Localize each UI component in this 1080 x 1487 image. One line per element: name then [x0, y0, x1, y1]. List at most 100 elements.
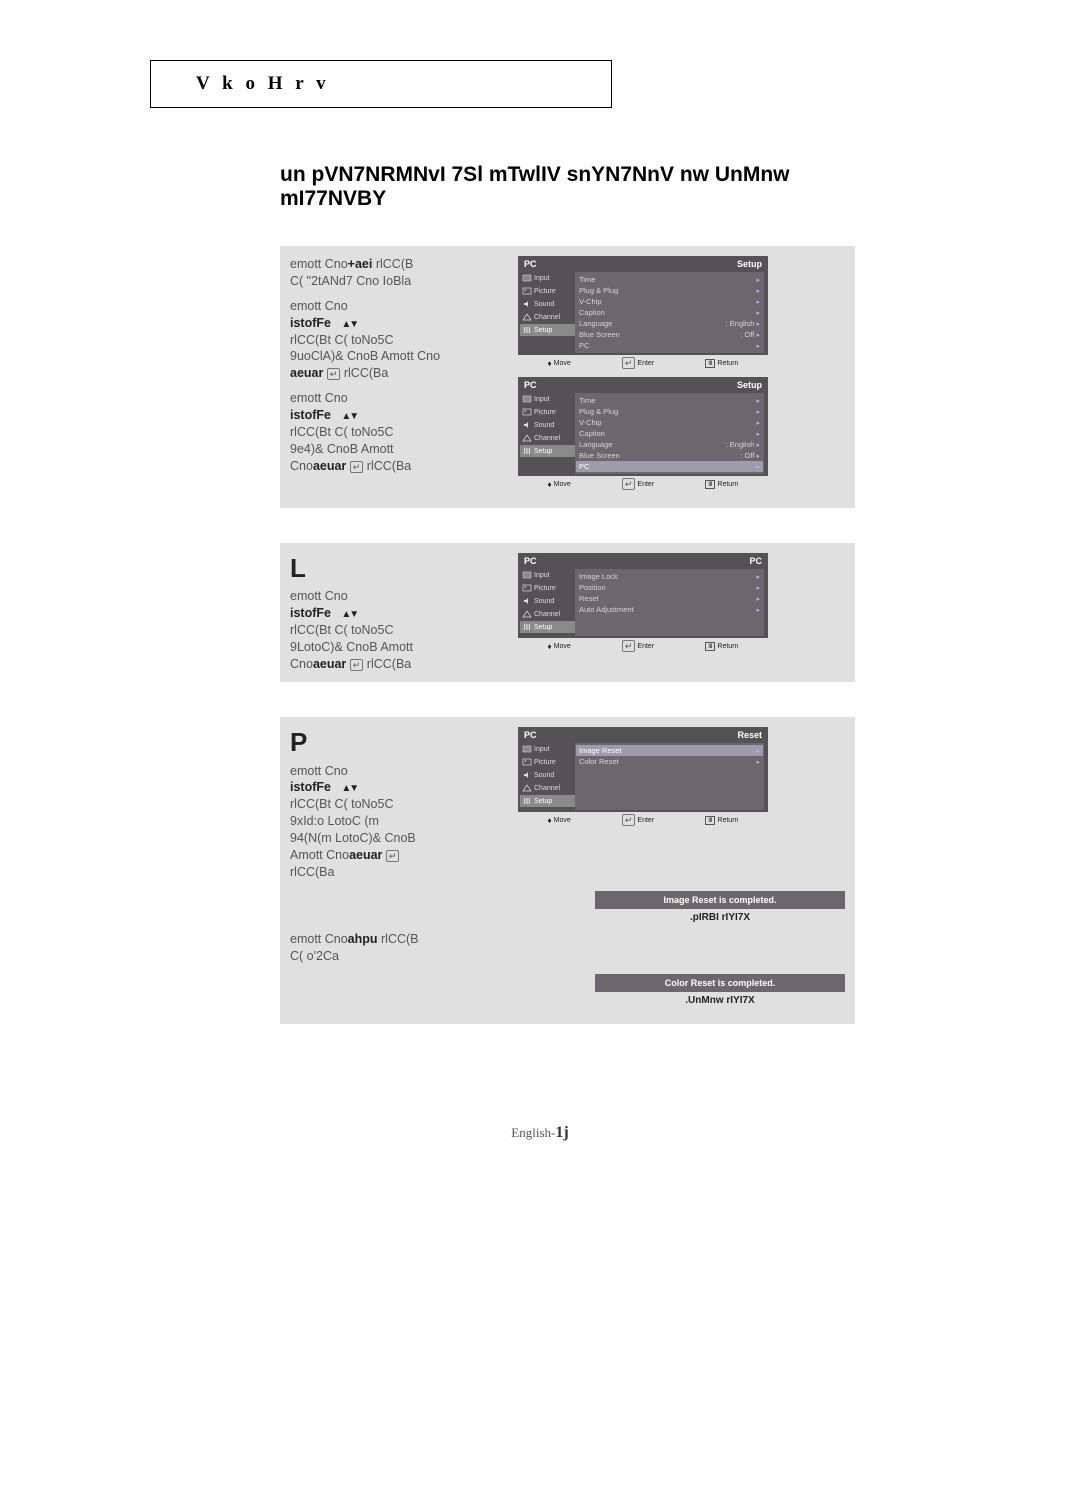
osd-foot-enter: ↵ Enter: [622, 478, 654, 490]
osd-side-picture: Picture: [520, 756, 575, 768]
enter-icon: ↵: [327, 368, 341, 380]
osd-row: Auto Adjustment ▸: [579, 604, 760, 615]
osd-title-left: PC: [524, 730, 537, 740]
step-2-text: L emott Cno istofFe ▲▼ rlCC(Bt C( toNo5C…: [290, 551, 518, 672]
osd-row: V-Chip ▸: [579, 417, 760, 428]
osd-title-right: Setup: [737, 259, 762, 269]
osd-sidebar: InputPictureSoundChannelSetup: [518, 391, 575, 476]
osd-side-channel: Channel: [520, 608, 575, 620]
osd-side-picture: Picture: [520, 582, 575, 594]
osd-side-picture: Picture: [520, 406, 575, 418]
osd-row: Color Reset ▸: [579, 756, 760, 767]
step-2-num: L: [290, 551, 510, 586]
osd-row: V-Chip ▸: [579, 296, 760, 307]
osd-row: Position ▸: [579, 582, 760, 593]
osd-foot-return: Ⅲ Return: [705, 357, 738, 369]
osd-foot-enter: ↵ Enter: [622, 357, 654, 369]
osd-row: Plug & Plug ▸: [579, 406, 760, 417]
osd-screenshot-1: PCSetup InputPictureSoundChannelSetup Ti…: [518, 256, 768, 371]
osd-side-setup: Setup: [520, 324, 575, 336]
up-down-arrows-icon: ▲▼: [341, 319, 357, 330]
osd-menu: Time ▸Plug & Plug ▸V-Chip ▸Caption ▸Lang…: [575, 272, 764, 353]
osd-side-setup: Setup: [520, 445, 575, 457]
osd-row: Image Reset ▸: [576, 745, 763, 756]
osd-title-left: PC: [524, 380, 537, 390]
osd-side-picture: Picture: [520, 285, 575, 297]
osd-screenshot-3: PC PC InputPictureSoundChannelSetup Image…: [518, 553, 768, 654]
step-block-1: emott Cno+aei rlCC(B C( "2tANd7 Cno IoBl…: [280, 246, 855, 508]
banner-color-reset: Color Reset is completed.: [595, 974, 845, 992]
osd-side-input: Input: [520, 272, 575, 284]
osd-side-channel: Channel: [520, 311, 575, 323]
step-3-text: P emott Cno istofFe ▲▼ rlCC(Bt C( toNo5C…: [290, 725, 518, 880]
osd-row: Language: English ▸: [579, 318, 760, 329]
step-block-3: P emott Cno istofFe ▲▼ rlCC(Bt C( toNo5C…: [280, 717, 855, 1024]
osd-title-right: Reset: [737, 730, 762, 740]
enter-icon: ↵: [350, 659, 364, 671]
osd-side-input: Input: [520, 569, 575, 581]
osd-side-sound: Sound: [520, 595, 575, 607]
osd-row: PC ▸: [579, 340, 760, 351]
enter-icon: ↵: [386, 850, 400, 862]
osd-row: Language: English ▸: [579, 439, 760, 450]
caption-image-reset: .pIRBI rIYI7X: [595, 909, 845, 931]
osd-side-setup: Setup: [520, 795, 575, 807]
osd-sidebar: InputPictureSoundChannelSetup: [518, 270, 575, 355]
osd-foot-enter: ↵ Enter: [622, 814, 654, 826]
osd-title-right: PC: [749, 556, 762, 566]
step-3-num: P: [290, 725, 510, 760]
osd-foot-move: ♦ Move: [548, 814, 571, 826]
osd-title-left: PC: [524, 259, 537, 269]
osd-menu: Image Lock ▸Position ▸Reset ▸Auto Adjust…: [575, 569, 764, 636]
enter-icon: ↵: [350, 461, 364, 473]
osd-footer: ♦ Move ↵ Enter Ⅲ Return: [518, 638, 768, 654]
osd-foot-return: Ⅲ Return: [705, 478, 738, 490]
osd-side-sound: Sound: [520, 769, 575, 781]
osd-foot-move: ♦ Move: [548, 357, 571, 369]
osd-foot-return: Ⅲ Return: [705, 640, 738, 652]
osd-screenshot-4: PC Reset InputPictureSoundChannelSetup Im…: [518, 727, 768, 828]
step-3-after-text: emott Cnoahpu rlCC(B C( o'2Ca: [290, 931, 518, 965]
title-box: V k o H r v: [150, 60, 612, 108]
osd-foot-enter: ↵ Enter: [622, 640, 654, 652]
osd-row: Image Lock ▸: [579, 571, 760, 582]
osd-title-right: Setup: [737, 380, 762, 390]
osd-title-left: PC: [524, 556, 537, 566]
osd-side-input: Input: [520, 743, 575, 755]
osd-footer: ♦ Move ↵ Enter Ⅲ Return: [518, 355, 768, 371]
osd-side-setup: Setup: [520, 621, 575, 633]
osd-footer: ♦ Move ↵ Enter Ⅲ Return: [518, 812, 768, 828]
osd-row: Reset ▸: [579, 593, 760, 604]
page-heading: un pVN7NRMNvI 7Sl mTwlIV snYN7NnV nw UnM…: [280, 163, 900, 211]
osd-row: Blue Screen: Off ▸: [579, 329, 760, 340]
osd-row: PC ▸: [576, 461, 763, 472]
osd-row: Caption ▸: [579, 428, 760, 439]
osd-foot-return: Ⅲ Return: [705, 814, 738, 826]
osd-row: Time ▸: [579, 395, 760, 406]
osd-foot-move: ♦ Move: [548, 478, 571, 490]
osd-sidebar: InputPictureSoundChannelSetup: [518, 741, 575, 812]
up-down-arrows-icon: ▲▼: [341, 411, 357, 422]
step-1-text: emott Cno+aei rlCC(B C( "2tANd7 Cno IoBl…: [290, 254, 518, 498]
osd-screenshot-2: PCSetup InputPictureSoundChannelSetup Ti…: [518, 377, 768, 492]
osd-row: Time ▸: [579, 274, 760, 285]
osd-sidebar: InputPictureSoundChannelSetup: [518, 567, 575, 638]
osd-menu: Time ▸Plug & Plug ▸V-Chip ▸Caption ▸Lang…: [575, 393, 764, 474]
osd-row: Caption ▸: [579, 307, 760, 318]
osd-row: Plug & Plug ▸: [579, 285, 760, 296]
osd-footer: ♦ Move ↵ Enter Ⅲ Return: [518, 476, 768, 492]
osd-side-channel: Channel: [520, 782, 575, 794]
title-box-text: V k o H r v: [196, 73, 330, 94]
banner-image-reset: Image Reset is completed.: [595, 891, 845, 909]
up-down-arrows-icon: ▲▼: [341, 609, 357, 620]
osd-row: Blue Screen: Off ▸: [579, 450, 760, 461]
osd-side-input: Input: [520, 393, 575, 405]
osd-side-channel: Channel: [520, 432, 575, 444]
caption-color-reset: .UnMnw rIYI7X: [595, 992, 845, 1014]
osd-side-sound: Sound: [520, 298, 575, 310]
step-block-2: L emott Cno istofFe ▲▼ rlCC(Bt C( toNo5C…: [280, 543, 855, 682]
up-down-arrows-icon: ▲▼: [341, 783, 357, 794]
osd-side-sound: Sound: [520, 419, 575, 431]
page-footer: English-1j: [150, 1124, 930, 1142]
osd-menu: Image Reset ▸Color Reset ▸: [575, 743, 764, 810]
